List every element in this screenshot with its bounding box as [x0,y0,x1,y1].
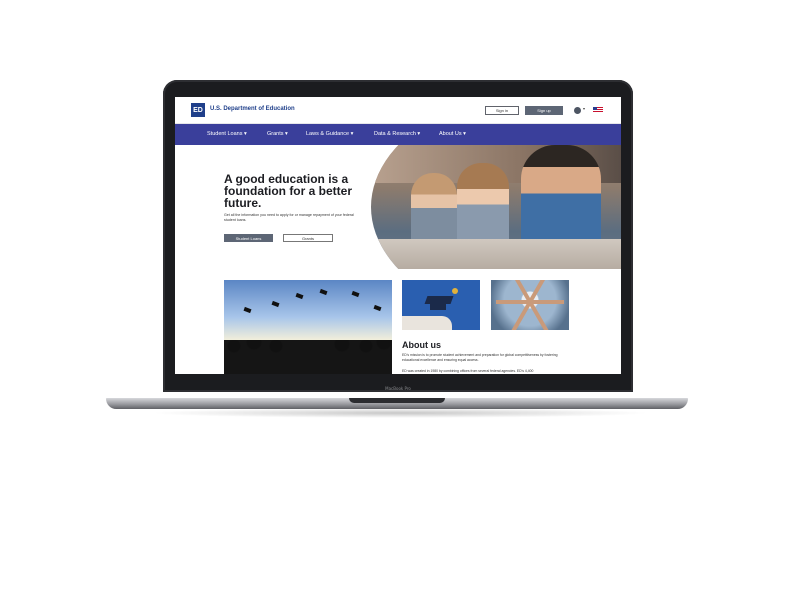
laptop-shadow [150,408,650,418]
device-label: MacBook Pro [385,386,411,391]
hand-shape [530,300,564,304]
nav-grants[interactable]: Grants ▾ [267,131,288,137]
cap-shape [271,300,280,308]
cap-shape [351,290,360,298]
laptop-lid: ED U.S. Department of Education Sign in … [163,80,633,392]
nav-data-research[interactable]: Data & Research ▾ [374,131,420,137]
graduation-photo [224,280,392,374]
globe-icon[interactable] [574,107,581,114]
teamwork-hands-photo [491,280,569,330]
nav-laws-guidance[interactable]: Laws & Guidance ▾ [306,131,353,137]
site-header: ED U.S. Department of Education Sign in … [175,97,621,124]
about-heading: About us [402,340,441,350]
laptop-screen: ED U.S. Department of Education Sign in … [175,97,621,374]
hero-title: A good education is a foundation for a b… [224,172,352,210]
student-loans-button[interactable]: Student Loans [224,234,273,242]
chevron-down-icon[interactable]: ▾ [583,106,585,111]
coin-shape [452,288,458,294]
hero-description: Get all the information you need to appl… [224,213,354,222]
about-paragraph: ED was created in 1980 by combining offi… [402,369,534,373]
grants-button[interactable]: Grants [283,234,333,242]
education-savings-photo [402,280,480,330]
hand-shape [496,300,530,304]
photo-desk [371,239,621,269]
us-flag-icon[interactable] [593,107,603,113]
photo-student [457,163,509,249]
brand-name[interactable]: U.S. Department of Education [210,106,295,112]
photo-student [411,173,457,249]
cap-shape [243,306,252,314]
nav-about-us[interactable]: About Us ▾ [439,131,466,137]
laptop-notch [349,398,445,403]
about-paragraph: ED's mission is to promote student achie… [402,353,558,362]
cap-shape [295,292,304,300]
ed-logo-icon[interactable]: ED [191,103,205,117]
hand-shape [511,301,532,330]
crowd-silhouette [224,340,392,374]
nav-student-loans[interactable]: Student Loans ▾ [207,131,247,137]
mortarboard-base [430,302,446,310]
main-nav: Student Loans ▾ Grants ▾ Laws & Guidance… [175,124,621,145]
cap-shape [373,304,382,312]
sign-up-button[interactable]: Sign up [525,106,563,115]
cap-shape [319,288,328,296]
sign-in-button[interactable]: Sign in [485,106,519,115]
hand-shape [528,301,549,330]
hand-shape [402,316,452,330]
hero-students-photo [371,145,621,269]
